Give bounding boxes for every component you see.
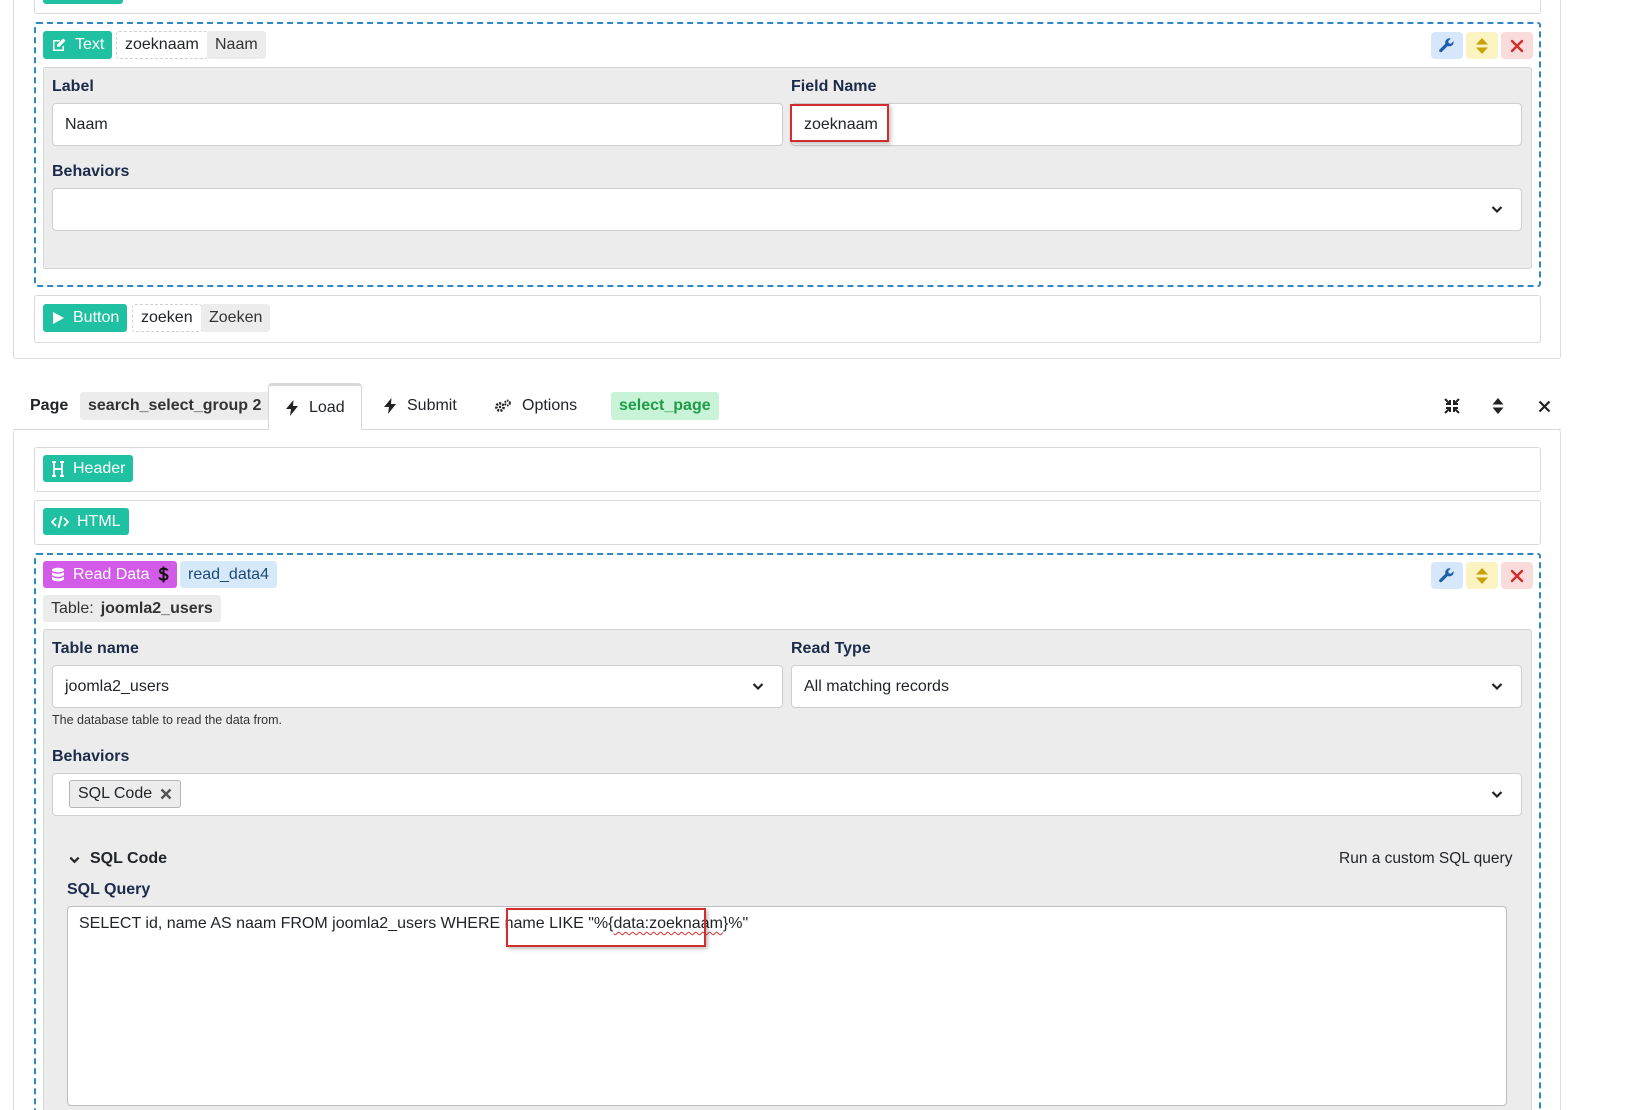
tab-load[interactable]: Load	[268, 383, 362, 430]
label-input[interactable]: Naam	[52, 103, 783, 146]
sql-placeholder-highlight	[506, 908, 706, 947]
tab-options-label: Options	[522, 397, 578, 414]
tab-submit[interactable]: Submit	[383, 383, 457, 429]
sql-query-textarea[interactable]: SELECT id, name AS naam FROM joomla2_use…	[67, 906, 1507, 1106]
table-name-help: The database table to read the data from…	[52, 713, 283, 727]
text-label-badge: Naam	[207, 31, 266, 59]
tab-load-label: Load	[309, 399, 345, 416]
read-data-type-badge[interactable]: Read Data	[43, 561, 177, 588]
table-name-title: Table name	[52, 640, 139, 657]
table-name-select[interactable]: joomla2_users	[52, 665, 783, 708]
close-icon[interactable]	[160, 788, 172, 800]
read-data-delete-button[interactable]	[1501, 562, 1533, 589]
sql-section-description: Run a custom SQL query	[1339, 850, 1513, 867]
text-type-label: Text	[75, 36, 105, 53]
button-name-badge: zoeken	[132, 304, 202, 332]
read-behaviors-select[interactable]	[52, 773, 1522, 816]
sort-icon[interactable]	[1492, 397, 1504, 415]
read-type-title: Read Type	[791, 640, 871, 657]
text-settings-panel	[43, 67, 1532, 269]
field-name-title: Field Name	[791, 78, 877, 95]
table-info-prefix: Table:	[51, 599, 94, 617]
gears-icon	[495, 399, 511, 412]
sql-query-title: SQL Query	[67, 881, 151, 898]
read-data-name-badge: read_data4	[180, 561, 277, 588]
tab-options[interactable]: Options	[494, 383, 577, 429]
close-icon[interactable]	[1538, 400, 1551, 413]
sort-icon	[1476, 37, 1488, 54]
tab-submit-label: Submit	[407, 397, 457, 414]
chevron-down-icon	[1491, 791, 1503, 799]
wrench-icon	[1439, 567, 1454, 582]
page-alias-badge: select_page	[611, 392, 719, 420]
html-element-box[interactable]	[34, 500, 1541, 545]
text-delete-button[interactable]	[1501, 32, 1533, 59]
behavior-chip-sql-code[interactable]: SQL Code	[69, 780, 182, 808]
wrench-icon	[1439, 37, 1454, 52]
code-icon	[51, 515, 69, 528]
text-type-badge[interactable]: Text	[43, 31, 113, 59]
text-behaviors-select[interactable]	[52, 188, 1522, 231]
previous-element-box[interactable]	[34, 0, 1541, 14]
read-data-type-label: Read Data	[73, 565, 150, 583]
play-icon	[53, 312, 64, 324]
read-type-select[interactable]: All matching records	[791, 665, 1522, 708]
chevron-down-icon	[752, 683, 764, 691]
header-element-box[interactable]	[34, 447, 1541, 492]
close-icon	[1510, 569, 1524, 582]
page-label: Page	[30, 397, 69, 414]
header-type-label: Header	[73, 459, 126, 477]
bolt-icon	[384, 398, 396, 414]
read-data-settings-button[interactable]	[1431, 562, 1463, 589]
sql-section-title[interactable]: SQL Code	[90, 850, 167, 868]
close-icon	[1510, 39, 1524, 52]
chevron-down-icon	[1491, 683, 1503, 691]
chevron-down-icon	[1491, 206, 1503, 214]
button-label-badge: Zoeken	[201, 304, 271, 332]
label-field-title: Label	[52, 78, 94, 95]
button-type-label: Button	[73, 309, 120, 326]
field-name-highlight	[790, 104, 889, 142]
behavior-chip-label: SQL Code	[78, 785, 153, 802]
text-behaviors-title: Behaviors	[52, 163, 130, 180]
previous-element-badge	[43, 0, 123, 4]
heading-icon	[52, 460, 64, 477]
header-type-badge[interactable]: Header	[43, 455, 134, 482]
field-name-input[interactable]: zoeknaam	[791, 103, 1522, 146]
html-type-badge[interactable]: HTML	[43, 508, 129, 535]
sql-query-text-end: }%"	[722, 915, 749, 932]
dollar-icon	[157, 566, 169, 583]
edit-icon	[53, 38, 66, 51]
page-name-badge: search_select_group 2	[80, 392, 270, 420]
text-settings-button[interactable]	[1431, 32, 1463, 59]
database-icon	[52, 567, 64, 581]
table-info-value: joomla2_users	[100, 599, 213, 617]
read-data-move-button[interactable]	[1466, 562, 1498, 589]
sort-icon	[1476, 567, 1488, 584]
button-type-badge[interactable]: Button	[43, 304, 128, 332]
table-info-badge: Table: joomla2_users	[43, 595, 221, 622]
html-type-label: HTML	[77, 512, 121, 530]
read-behaviors-title: Behaviors	[52, 748, 130, 765]
chevron-down-icon[interactable]	[68, 853, 81, 866]
text-move-button[interactable]	[1466, 32, 1498, 59]
compress-icon[interactable]	[1444, 398, 1460, 414]
bolt-icon	[286, 400, 298, 416]
text-field-name-badge: zoeknaam	[116, 31, 208, 59]
